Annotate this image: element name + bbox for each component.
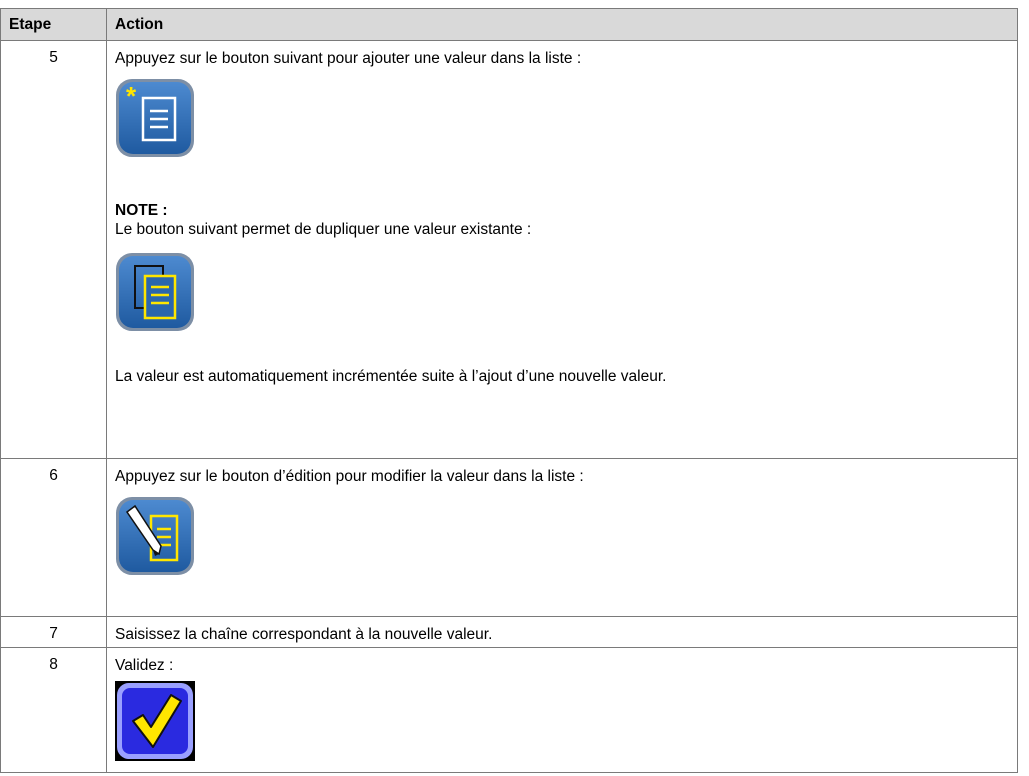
- header-step: Etape: [0, 8, 107, 41]
- action-cell: Appuyez sur le bouton suivant pour ajout…: [106, 40, 1018, 459]
- action-text: Validez :: [115, 657, 174, 674]
- table-header-row: Etape Action: [0, 8, 1018, 41]
- note-title: NOTE :: [115, 202, 168, 219]
- step-number: 5: [0, 40, 107, 459]
- header-action: Action: [106, 8, 1018, 41]
- action-cell: Saisissez la chaîne correspondant à la n…: [106, 616, 1018, 648]
- steps-table: Etape Action 5 Appuyez sur le bouton sui…: [0, 8, 1018, 773]
- duplicate-value-icon: [115, 252, 1009, 337]
- action-cell: Validez :: [106, 647, 1018, 773]
- table-row: 5 Appuyez sur le bouton suivant pour ajo…: [0, 40, 1018, 459]
- action-text: Appuyez sur le bouton suivant pour ajout…: [115, 50, 582, 67]
- step-number: 6: [0, 458, 107, 617]
- table-row: 8 Validez :: [0, 647, 1018, 773]
- step-number: 8: [0, 647, 107, 773]
- validate-check-icon: [115, 681, 1009, 766]
- action-text: Saisissez la chaîne correspondant à la n…: [115, 626, 493, 643]
- note-text: Le bouton suivant permet de dupliquer un…: [115, 221, 532, 238]
- after-note-text: La valeur est automatiquement incrémenté…: [115, 368, 667, 385]
- action-cell: Appuyez sur le bouton d’édition pour mod…: [106, 458, 1018, 617]
- step-number: 7: [0, 616, 107, 648]
- edit-value-icon: [115, 496, 1009, 581]
- action-text: Appuyez sur le bouton d’édition pour mod…: [115, 468, 584, 485]
- table-row: 6 Appuyez sur le bouton d’édition pour m…: [0, 458, 1018, 617]
- svg-text:*: *: [126, 81, 137, 111]
- add-value-icon: *: [115, 78, 1009, 163]
- table-row: 7 Saisissez la chaîne correspondant à la…: [0, 616, 1018, 648]
